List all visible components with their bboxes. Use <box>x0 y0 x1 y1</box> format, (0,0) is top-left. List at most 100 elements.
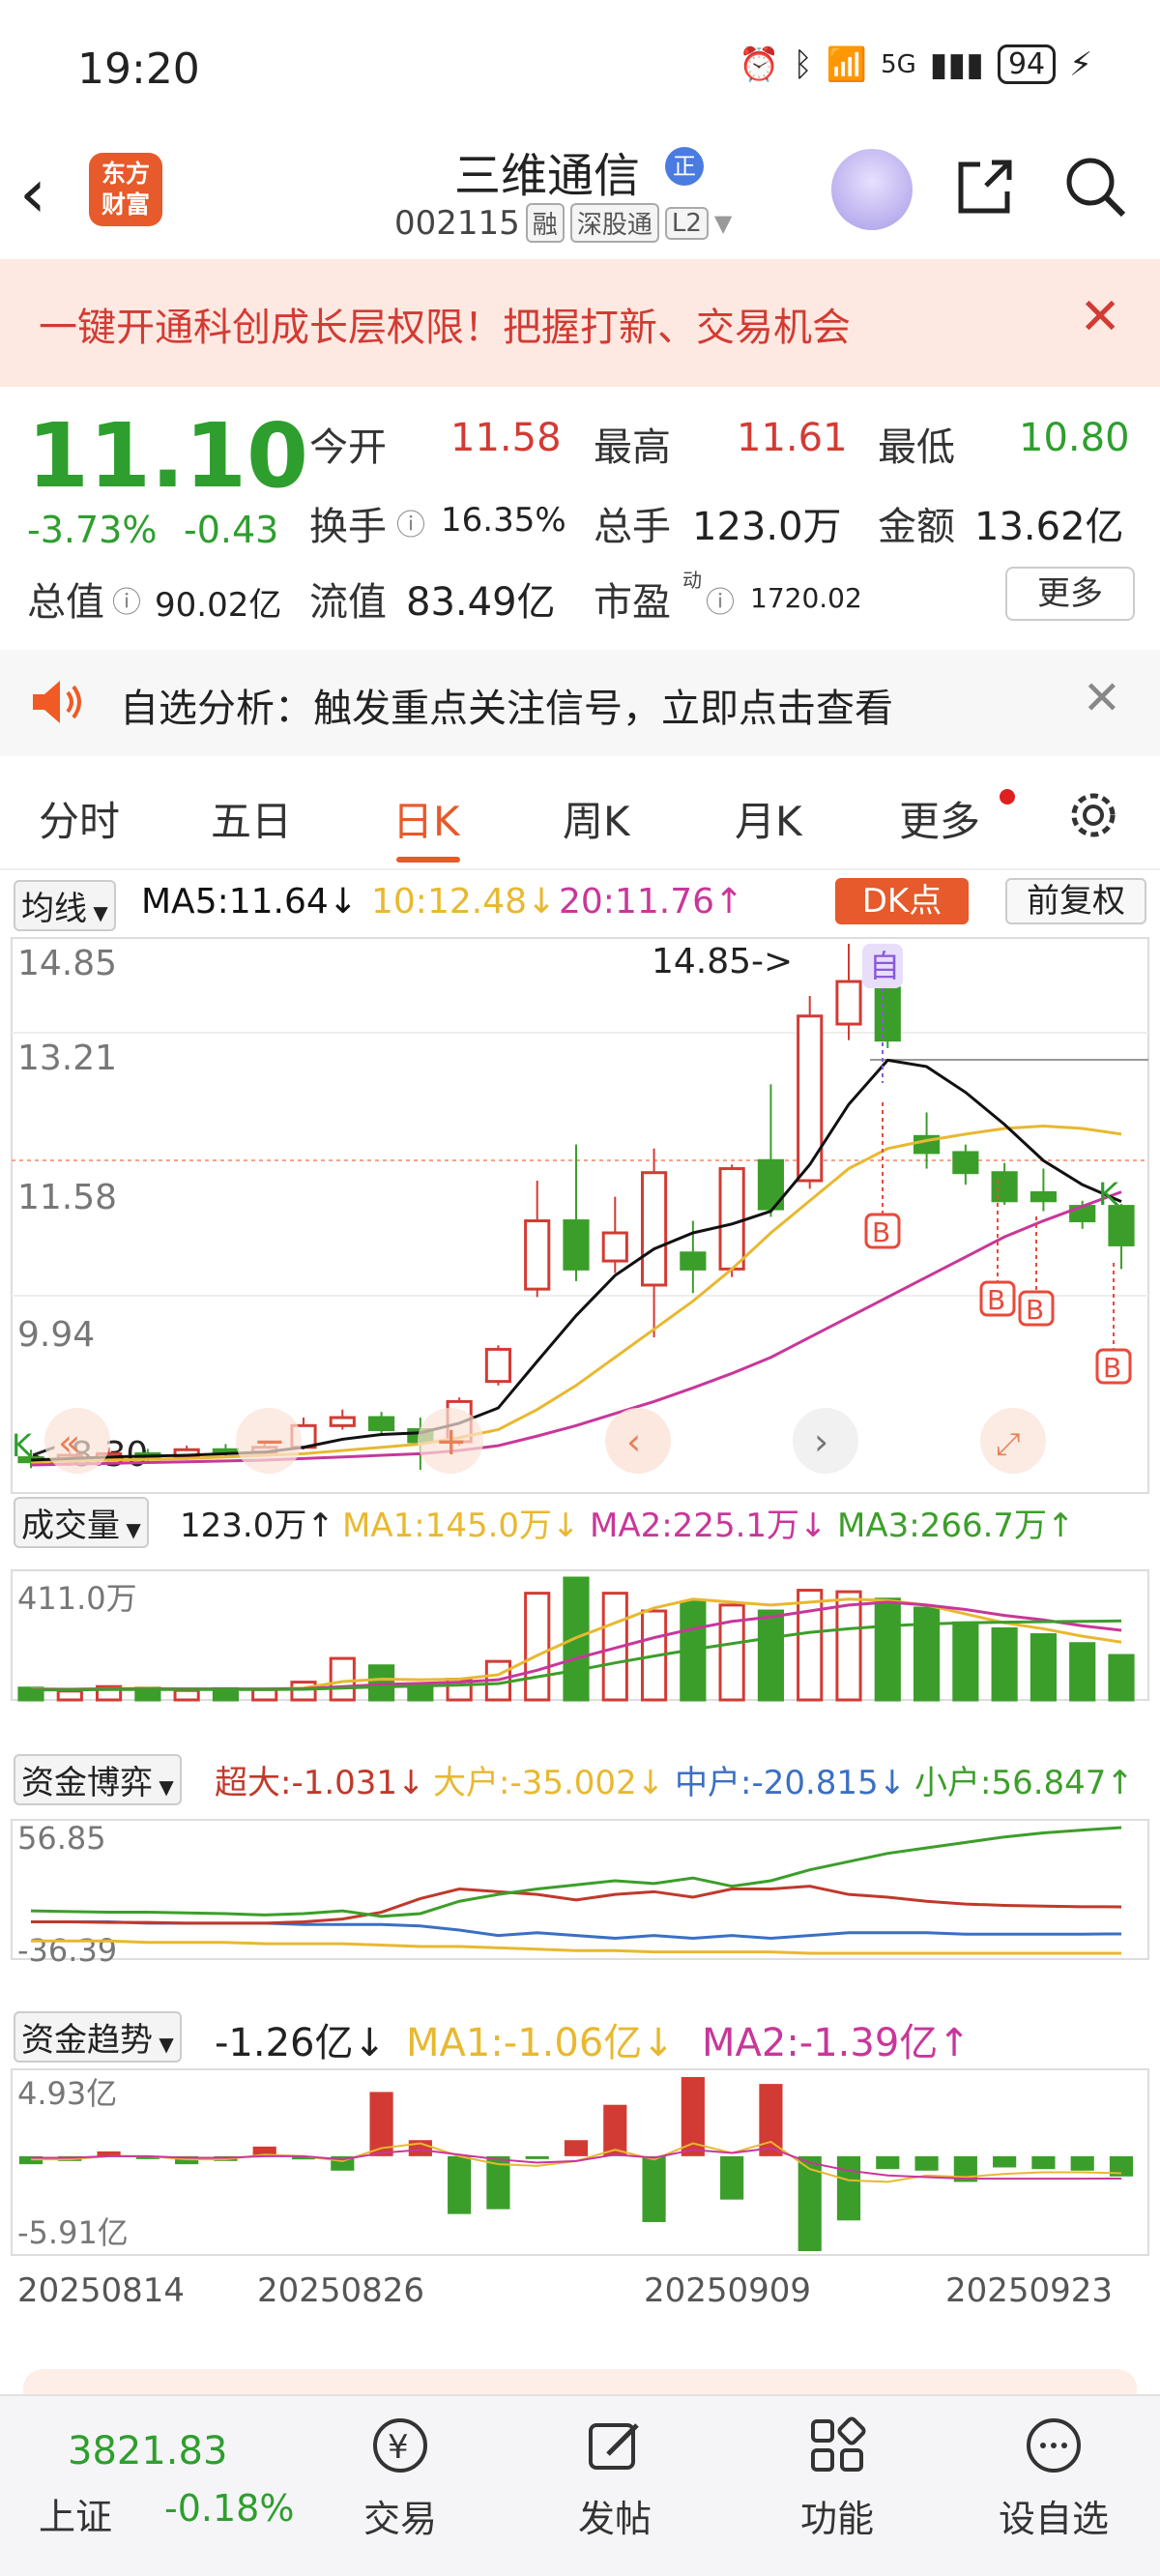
info-icon[interactable]: ⓘ <box>396 501 425 543</box>
volume-bar <box>757 1609 785 1702</box>
volume-bar <box>1069 1642 1096 1702</box>
eastmoney-logo[interactable]: 东方 财富 <box>89 153 162 226</box>
volume-ma3: MA3:266.7万↑ <box>837 1507 1075 1545</box>
info-icon[interactable]: ⓘ <box>706 578 735 621</box>
fund-trend-bar <box>759 2084 783 2156</box>
y-tick: 11.58 <box>17 1178 117 1217</box>
tab-monthly-k[interactable]: 月K <box>735 789 802 848</box>
banner-text: 一键开通科创成长层权限！把握打新、交易机会 <box>39 306 851 350</box>
volume-label: 总手 <box>594 505 671 549</box>
candle-body <box>329 1416 356 1427</box>
fund-game-y-top: 56.85 <box>17 1820 106 1857</box>
back-icon[interactable]: ‹ <box>19 155 77 232</box>
index-percent: -0.18% <box>164 2487 295 2530</box>
expand-icon: ⤢ <box>996 1425 1021 1462</box>
close-icon[interactable]: ✕ <box>1083 671 1121 725</box>
float-label: 流值 <box>309 580 387 625</box>
status-time: 19:20 <box>77 44 200 94</box>
volume-ma1: MA1:145.0万↓ <box>342 1507 580 1545</box>
notice-bar[interactable]: 自选分析：触发重点关注信号，立即点击查看 ✕ <box>0 650 1160 756</box>
adjust-button[interactable]: 前复权 <box>1005 878 1146 924</box>
kline-chart[interactable]: 14.85 13.21 11.58 9.94 14.85-> <-8.30 自 … <box>0 928 1160 2369</box>
minus-icon: − <box>253 1420 286 1464</box>
low-value: 10.80 <box>1019 416 1130 460</box>
more-button[interactable]: 更多 <box>1005 567 1135 621</box>
candle-body <box>601 1231 628 1263</box>
plus-icon: + <box>435 1420 468 1464</box>
robot-avatar[interactable] <box>831 149 913 230</box>
tag-rong: 融 <box>525 203 565 243</box>
tab-daily-k[interactable]: 日K <box>392 789 460 848</box>
volume-bar <box>874 1597 901 1702</box>
volume-bar <box>173 1688 200 1702</box>
volume-selector[interactable]: 成交量 ▼ <box>14 1497 149 1548</box>
open-value: 11.58 <box>450 416 562 460</box>
ma-selector[interactable]: 均线 ▼ <box>14 880 116 931</box>
b-marker: B <box>1103 1352 1121 1384</box>
volume-bar <box>991 1626 1018 1702</box>
fund-trend-y-bottom: -5.91亿 <box>17 2214 129 2251</box>
bluetooth-icon: ᛒ <box>793 44 813 84</box>
fund-trend-bar <box>720 2155 744 2200</box>
tag-sgt: 深股通 <box>569 203 659 243</box>
close-icon[interactable]: ✕ <box>1079 288 1121 346</box>
fund-trend-bar <box>564 2140 589 2156</box>
fund-trend-bar <box>603 2104 627 2156</box>
tab-intraday[interactable]: 分时 <box>39 789 120 848</box>
share-icon[interactable] <box>951 153 1019 220</box>
nav-post[interactable]: 发帖 <box>547 2415 682 2542</box>
nav-trade-label: 交易 <box>362 2498 437 2540</box>
nav-add-watch[interactable]: 设自选 <box>986 2415 1121 2542</box>
chevron-down-icon: ▼ <box>713 209 733 237</box>
volume-bar <box>251 1687 278 1702</box>
logo-line2: 财富 <box>101 190 150 219</box>
nav-functions[interactable]: 功能 <box>769 2415 905 2542</box>
fund-trend-bar <box>525 2155 549 2159</box>
b-marker: B <box>872 1216 890 1248</box>
fund-trend-bar <box>1070 2155 1094 2171</box>
nav-trade[interactable]: ¥ 交易 <box>333 2415 468 2542</box>
candle-body <box>1030 1190 1058 1203</box>
fund-trend-ma2: MA2:-1.39亿↑ <box>702 2021 971 2065</box>
change-amount: -0.43 <box>184 509 279 551</box>
change-percent: -3.73% <box>27 509 158 551</box>
bottom-nav: 3821.83 上证 -0.18% ¥ 交易 发帖 功能 设自选 <box>0 2394 1160 2576</box>
candle-body <box>797 1014 824 1183</box>
fund-trend-y-top: 4.93亿 <box>17 2075 117 2112</box>
tab-weekly-k[interactable]: 周K <box>563 789 630 848</box>
fund-trend-selector[interactable]: 资金趋势 ▼ <box>14 2011 182 2063</box>
quote-panel: 11.10 -3.73% -0.43 今开 11.58 最高 11.61 最低 … <box>0 387 1160 648</box>
gear-icon[interactable] <box>1063 785 1123 845</box>
high-value: 11.61 <box>737 416 848 460</box>
y-tick: 14.85 <box>17 944 117 983</box>
ma20-text: 20:11.76↑ <box>559 882 744 922</box>
fund-trend-bars <box>18 2077 1134 2251</box>
volume-bar <box>290 1681 317 1702</box>
nav-add-watch-label: 设自选 <box>998 2498 1109 2540</box>
notice-text: 自选分析：触发重点关注信号，立即点击查看 <box>120 687 893 731</box>
volume-bar <box>913 1606 941 1702</box>
fund-game-selector-label: 资金博弈 <box>21 1764 153 1802</box>
wifi-icon: 📶 <box>826 44 868 84</box>
candle-body <box>367 1416 395 1431</box>
tab-more[interactable]: 更多 <box>899 789 980 848</box>
candle-body <box>640 1171 668 1287</box>
network-label: 5G <box>881 49 916 79</box>
promo-banner[interactable]: 一键开通科创成长层权限！把握打新、交易机会 ✕ <box>0 259 1160 387</box>
fund-game-selector[interactable]: 资金博弈 ▼ <box>14 1754 182 1805</box>
volume-value: 123.0万 <box>692 505 842 549</box>
b-marker: B <box>987 1284 1005 1316</box>
x-date: 20250923 <box>945 2271 1113 2310</box>
fund-trend-bar <box>914 2155 939 2171</box>
fund-game-lines <box>30 1826 1122 1955</box>
info-icon[interactable]: ⓘ <box>112 578 141 621</box>
self-tag: 自 <box>869 948 900 984</box>
speaker-icon <box>33 681 81 723</box>
mktcap-value: 90.02亿 <box>155 586 282 625</box>
fund-game-legend: 资金博弈 ▼ 超大:-1.031↓ 大户:-35.002↓ 中户:-20.815… <box>0 1754 1160 1805</box>
dk-button[interactable]: DK点 <box>835 878 969 924</box>
search-icon[interactable] <box>1061 153 1129 220</box>
tab-five-day[interactable]: 五日 <box>211 789 292 848</box>
edit-icon <box>589 2423 639 2470</box>
stock-code-line[interactable]: 002115 融 深股通 L2 ▼ <box>394 203 732 243</box>
